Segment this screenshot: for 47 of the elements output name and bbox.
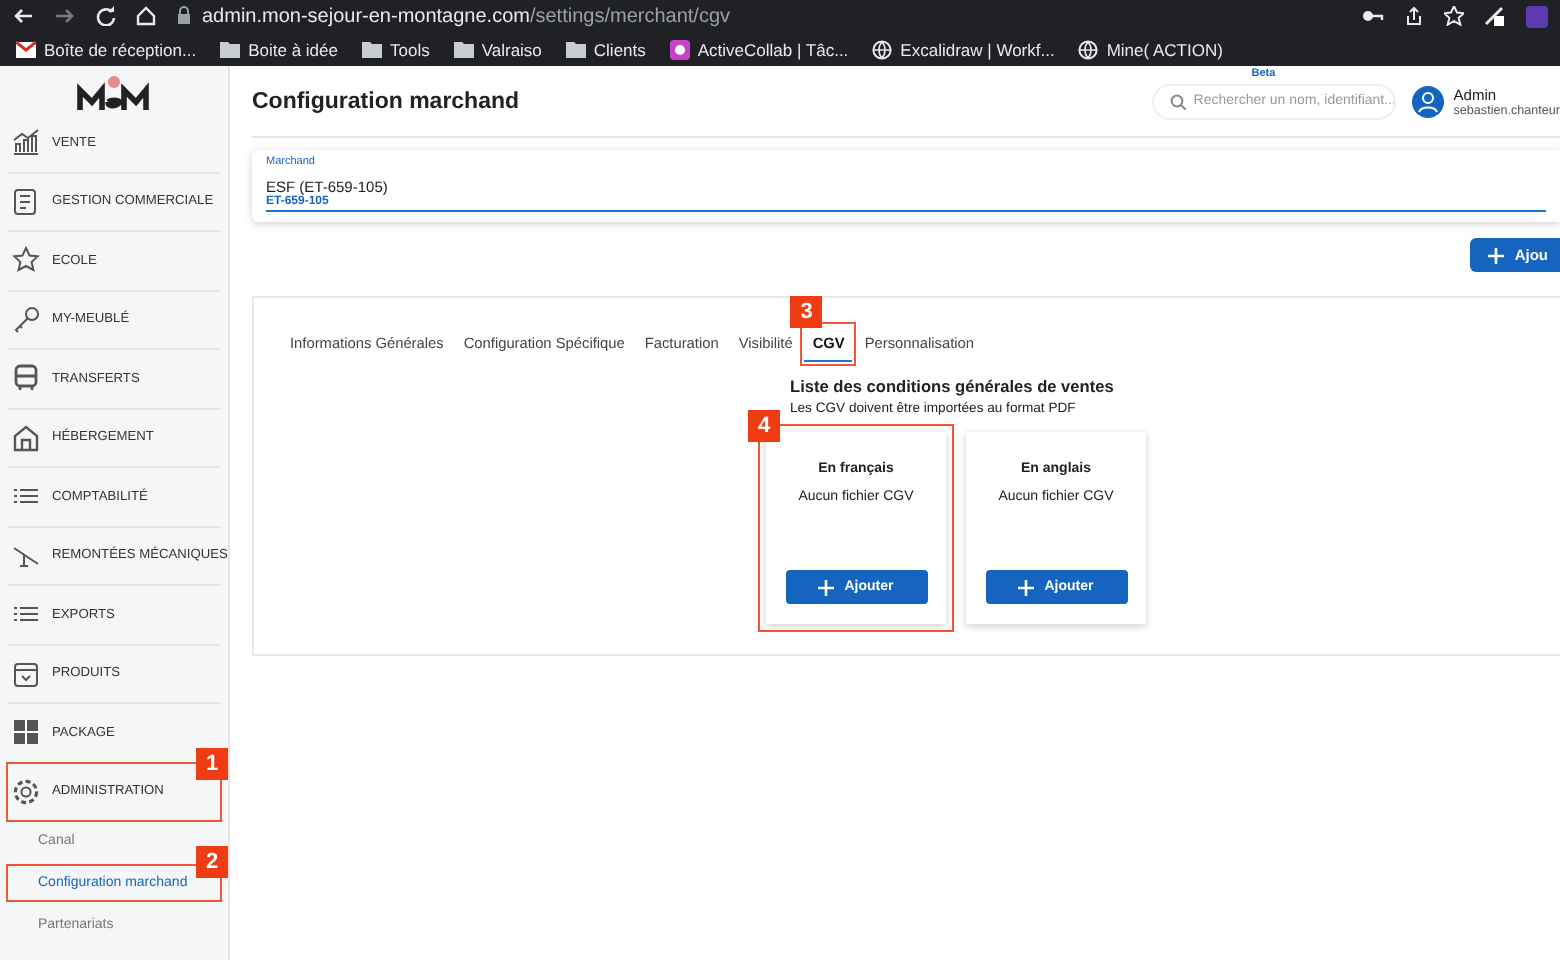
callout-number: 4 xyxy=(748,410,780,442)
grid-icon xyxy=(12,718,40,747)
bookmark[interactable]: Tools xyxy=(361,39,430,59)
bookmark[interactable]: Valraiso xyxy=(453,39,542,59)
chart-icon xyxy=(12,128,40,157)
house-icon xyxy=(12,423,40,452)
folder-icon xyxy=(361,39,382,59)
key-icon xyxy=(12,305,40,334)
bookmark[interactable]: ActiveCollab | Tâc... xyxy=(669,39,849,59)
box-icon xyxy=(12,659,40,688)
key-icon xyxy=(1362,5,1384,25)
forward-icon xyxy=(54,6,76,26)
callout-number: 1 xyxy=(196,747,228,779)
address-bar[interactable]: admin.mon-sejour-en-montagne.com/settings/merchant/cgv xyxy=(202,5,731,27)
callout-number: 3 xyxy=(790,296,823,328)
plus-icon xyxy=(1018,579,1035,595)
folder-icon xyxy=(220,39,241,59)
star-icon xyxy=(1444,5,1464,25)
logo-drawing xyxy=(76,74,152,114)
lock-icon xyxy=(176,6,192,26)
home-icon xyxy=(136,6,156,26)
page-title: Configuration marchand xyxy=(252,89,522,113)
gear-icon xyxy=(12,777,40,806)
ski-lift-icon xyxy=(12,541,40,570)
bookmark[interactable]: Boîte de réception... xyxy=(16,39,197,59)
globe-icon xyxy=(1078,39,1099,59)
folder-icon xyxy=(453,39,474,59)
reload-icon xyxy=(96,6,116,26)
plus-icon xyxy=(1488,247,1505,263)
callout-number: 2 xyxy=(196,846,228,878)
bookmark[interactable]: Clients xyxy=(565,39,646,59)
bookmark[interactable]: Excalidraw | Workf... xyxy=(872,39,1055,59)
mail-icon xyxy=(16,39,36,59)
bookmark[interactable]: Mine( ACTION) xyxy=(1078,39,1223,59)
share-icon xyxy=(1404,5,1424,25)
search-icon xyxy=(1169,93,1186,109)
globe-icon xyxy=(872,39,893,59)
avatar-icon xyxy=(1411,85,1444,117)
bookmark[interactable]: Boite à idée xyxy=(220,39,338,59)
back-icon xyxy=(12,6,34,26)
app-icon xyxy=(669,39,690,59)
section-title: Liste des conditions générales de ventes xyxy=(790,376,1116,396)
plus-icon xyxy=(818,579,835,595)
document-icon xyxy=(12,187,40,216)
folder-icon xyxy=(565,39,586,59)
bus-icon xyxy=(12,364,40,393)
star-icon xyxy=(12,246,40,275)
